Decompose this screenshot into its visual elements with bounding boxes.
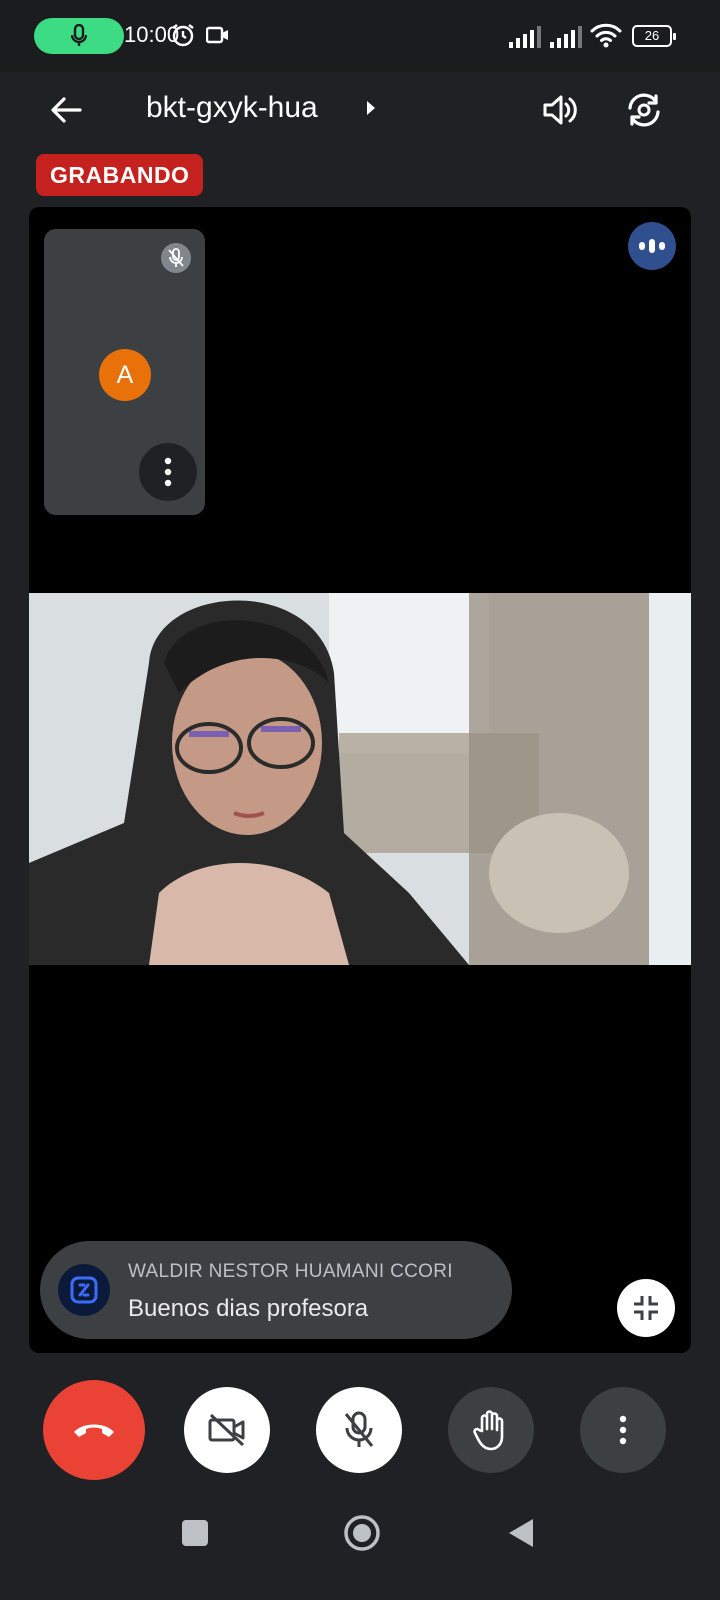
speaking-indicator-icon (628, 222, 676, 270)
video-stage: A WALDIR NESTOR HUAMANI CCORI Buenos dia… (29, 207, 691, 1353)
end-call-button[interactable] (43, 1380, 145, 1480)
chevron-right-icon[interactable] (364, 98, 378, 118)
more-vert-icon (619, 1415, 627, 1445)
switch-camera-button[interactable] (616, 82, 672, 138)
camera-icon (206, 26, 228, 44)
recording-badge: GRABANDO (36, 154, 204, 196)
raise-hand-button[interactable] (448, 1387, 534, 1473)
tile-more-button[interactable] (139, 443, 197, 501)
meeting-code[interactable]: bkt-gxyk-hua (146, 91, 318, 125)
mic-off-indicator (161, 243, 191, 273)
wifi-icon (590, 23, 622, 48)
end-call-icon (74, 1424, 114, 1437)
signal-icon (550, 26, 582, 48)
camera-toggle-button[interactable] (184, 1387, 270, 1473)
mic-off-icon (344, 1411, 374, 1447)
switch-camera-icon (628, 93, 660, 127)
speaker-icon (543, 95, 577, 125)
more-vert-icon (164, 457, 172, 487)
battery-icon: 26 (632, 25, 676, 47)
mic-active-pill[interactable] (34, 18, 124, 54)
exit-fullscreen-button[interactable] (617, 1279, 675, 1337)
participant-tile[interactable]: A (44, 229, 205, 515)
recents-icon (182, 1520, 208, 1546)
participant-video (29, 593, 691, 965)
fullscreen-exit-icon (634, 1296, 658, 1320)
home-button[interactable] (333, 1504, 391, 1562)
home-icon (344, 1515, 380, 1551)
camera-off-icon (208, 1413, 245, 1447)
caption-speaker-name: WALDIR NESTOR HUAMANI CCORI (128, 1261, 453, 1282)
mic-toggle-button[interactable] (316, 1387, 402, 1473)
mic-off-icon (168, 248, 184, 267)
back-button[interactable] (40, 84, 92, 136)
alarm-icon (172, 24, 194, 47)
system-nav-bar (0, 1500, 720, 1600)
back-arrow-icon (51, 97, 82, 123)
caption-text: Buenos dias profesora (128, 1295, 369, 1322)
caption-avatar (58, 1264, 110, 1316)
signal-icon (509, 26, 541, 48)
mic-icon (71, 24, 87, 46)
video-frame (29, 593, 691, 965)
more-options-button[interactable] (580, 1387, 666, 1473)
raise-hand-icon (473, 1410, 504, 1451)
meeting-header: bkt-gxyk-hua (0, 72, 720, 152)
speaker-button[interactable] (532, 82, 588, 138)
caption-box: WALDIR NESTOR HUAMANI CCORI Buenos dias … (40, 1241, 512, 1339)
back-icon (509, 1519, 533, 1547)
call-controls (0, 1380, 720, 1480)
status-bar: 10:00 26 (0, 0, 720, 72)
link-logo-icon (70, 1276, 98, 1304)
system-back-button[interactable] (496, 1508, 546, 1558)
recents-button[interactable] (170, 1508, 220, 1558)
avatar: A (99, 349, 151, 401)
